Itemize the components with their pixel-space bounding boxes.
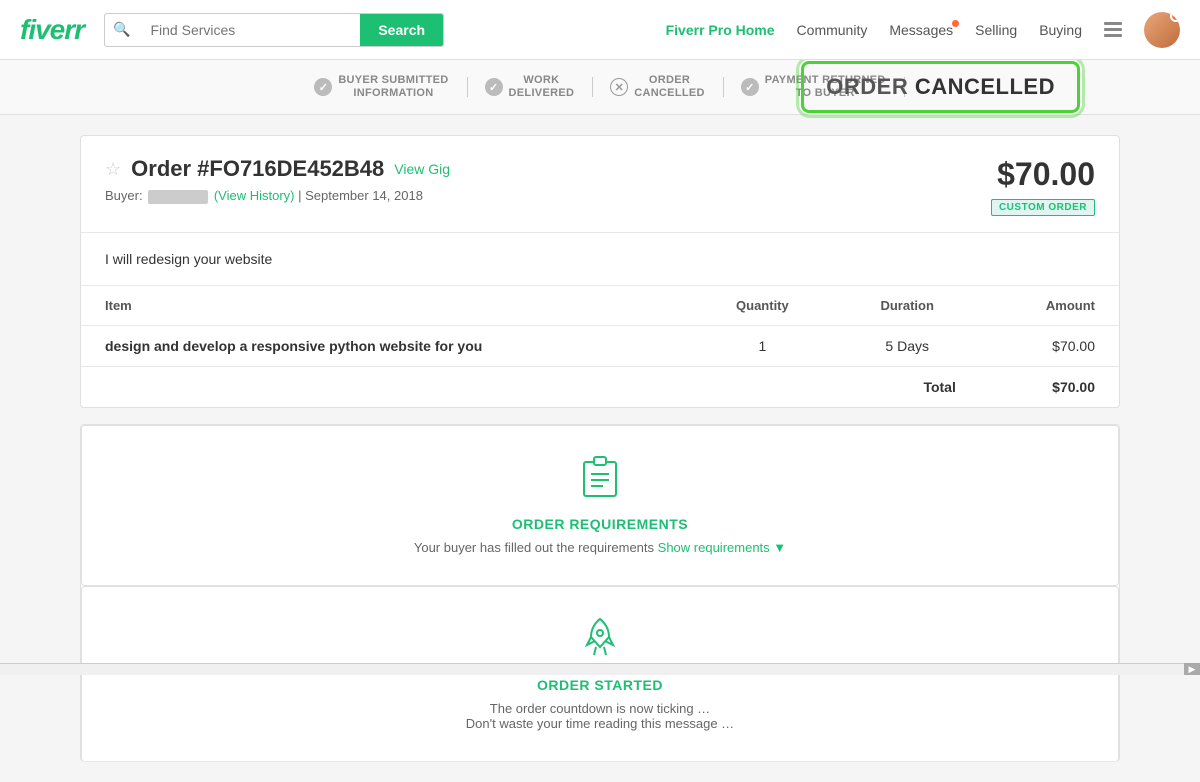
order-table: Item Quantity Duration Amount design and… bbox=[81, 286, 1119, 407]
order-title: Order #FO716DE452B48 bbox=[131, 156, 384, 182]
step2-icon: ✓ bbox=[485, 78, 503, 96]
show-requirements-link[interactable]: Show requirements ▼ bbox=[658, 540, 786, 555]
requirements-title: ORDER REQUIREMENTS bbox=[106, 516, 1094, 532]
search-button[interactable]: Search bbox=[360, 14, 443, 46]
order-started-desc: The order countdown is now ticking … Don… bbox=[106, 701, 1094, 731]
order-title-row: ☆ Order #FO716DE452B48 View Gig bbox=[105, 156, 450, 182]
item-duration: 5 Days bbox=[835, 326, 980, 367]
star-icon[interactable]: ☆ bbox=[105, 159, 121, 180]
order-card: ☆ Order #FO716DE452B48 View Gig Buyer: (… bbox=[80, 135, 1120, 408]
requirements-section: ORDER REQUIREMENTS Your buyer has filled… bbox=[80, 424, 1120, 762]
nav-selling[interactable]: Selling bbox=[975, 22, 1017, 38]
search-input[interactable] bbox=[138, 14, 360, 46]
total-label: Total bbox=[81, 367, 980, 408]
view-gig-link[interactable]: View Gig bbox=[394, 161, 450, 177]
item-name: design and develop a responsive python w… bbox=[81, 326, 690, 367]
scroll-right-arrow[interactable]: ▶ bbox=[1184, 663, 1200, 675]
step3-label: ORDERCANCELLED bbox=[634, 74, 705, 100]
cancelled-text: ORDER CANCELLED bbox=[826, 74, 1055, 99]
step-work-delivered: ✓ WORKDELIVERED bbox=[467, 74, 593, 100]
item-quantity: 1 bbox=[690, 326, 834, 367]
step1-label: BUYER SUBMITTEDINFORMATION bbox=[338, 74, 448, 100]
nav-pro-home[interactable]: Fiverr Pro Home bbox=[666, 22, 775, 38]
order-header: ☆ Order #FO716DE452B48 View Gig Buyer: (… bbox=[81, 136, 1119, 233]
cancelled-banner: ORDER CANCELLED bbox=[801, 61, 1080, 113]
nav-messages[interactable]: Messages bbox=[889, 22, 953, 38]
buyer-label: Buyer: bbox=[105, 188, 143, 203]
fiverr-logo: fiverr bbox=[20, 14, 84, 46]
order-started-line2: Don't waste your time reading this messa… bbox=[106, 716, 1094, 731]
order-started-title: ORDER STARTED bbox=[106, 677, 1094, 693]
messages-notification-dot bbox=[952, 20, 959, 27]
order-date: September 14, 2018 bbox=[305, 188, 423, 203]
search-bar: 🔍 Search bbox=[104, 13, 444, 47]
status-bar: ✓ BUYER SUBMITTEDINFORMATION ✓ WORKDELIV… bbox=[0, 60, 1200, 115]
col-item: Item bbox=[81, 286, 690, 326]
total-amount: $70.00 bbox=[980, 367, 1119, 408]
buyer-name-redacted bbox=[148, 190, 208, 204]
cancelled-bold: CANCELLED bbox=[915, 74, 1055, 99]
avatar[interactable] bbox=[1144, 12, 1180, 48]
nav-community[interactable]: Community bbox=[797, 22, 868, 38]
step3-icon: ✕ bbox=[610, 78, 628, 96]
horizontal-scrollbar[interactable] bbox=[0, 663, 1200, 675]
main-content: ☆ Order #FO716DE452B48 View Gig Buyer: (… bbox=[0, 115, 1200, 782]
col-duration: Duration bbox=[835, 286, 980, 326]
clipboard-icon bbox=[106, 456, 1094, 506]
step1-icon: ✓ bbox=[314, 78, 332, 96]
step-buyer-submitted: ✓ BUYER SUBMITTEDINFORMATION bbox=[296, 74, 466, 100]
header: fiverr 🔍 Search Fiverr Pro Home Communit… bbox=[0, 0, 1200, 60]
nav-links: Fiverr Pro Home Community Messages Selli… bbox=[666, 12, 1180, 48]
order-started-line1: The order countdown is now ticking … bbox=[106, 701, 1094, 716]
col-quantity: Quantity bbox=[690, 286, 834, 326]
step4-icon: ✓ bbox=[741, 78, 759, 96]
stats-icon[interactable] bbox=[1104, 22, 1122, 37]
search-icon: 🔍 bbox=[105, 21, 138, 38]
order-price: $70.00 bbox=[991, 156, 1095, 193]
item-amount: $70.00 bbox=[980, 326, 1119, 367]
requirements-desc: Your buyer has filled out the requiremen… bbox=[106, 540, 1094, 555]
order-title-area: ☆ Order #FO716DE452B48 View Gig Buyer: (… bbox=[105, 156, 450, 204]
total-row: Total $70.00 bbox=[81, 367, 1119, 408]
rocket-icon bbox=[106, 617, 1094, 667]
view-history-link[interactable]: (View History) bbox=[214, 188, 295, 203]
order-description: I will redesign your website bbox=[81, 233, 1119, 286]
nav-buying[interactable]: Buying bbox=[1039, 22, 1082, 38]
order-meta: Buyer: (View History) | September 14, 20… bbox=[105, 188, 450, 204]
table-row: design and develop a responsive python w… bbox=[81, 326, 1119, 367]
price-area: $70.00 CUSTOM ORDER bbox=[991, 156, 1095, 216]
requirements-card: ORDER REQUIREMENTS Your buyer has filled… bbox=[81, 425, 1119, 586]
custom-order-badge: CUSTOM ORDER bbox=[991, 199, 1095, 216]
cancelled-box: ORDER CANCELLED bbox=[801, 61, 1080, 113]
col-amount: Amount bbox=[980, 286, 1119, 326]
step-order-cancelled: ✕ ORDERCANCELLED bbox=[592, 74, 723, 100]
step2-label: WORKDELIVERED bbox=[509, 74, 575, 100]
avatar-notification-badge bbox=[1170, 12, 1180, 22]
